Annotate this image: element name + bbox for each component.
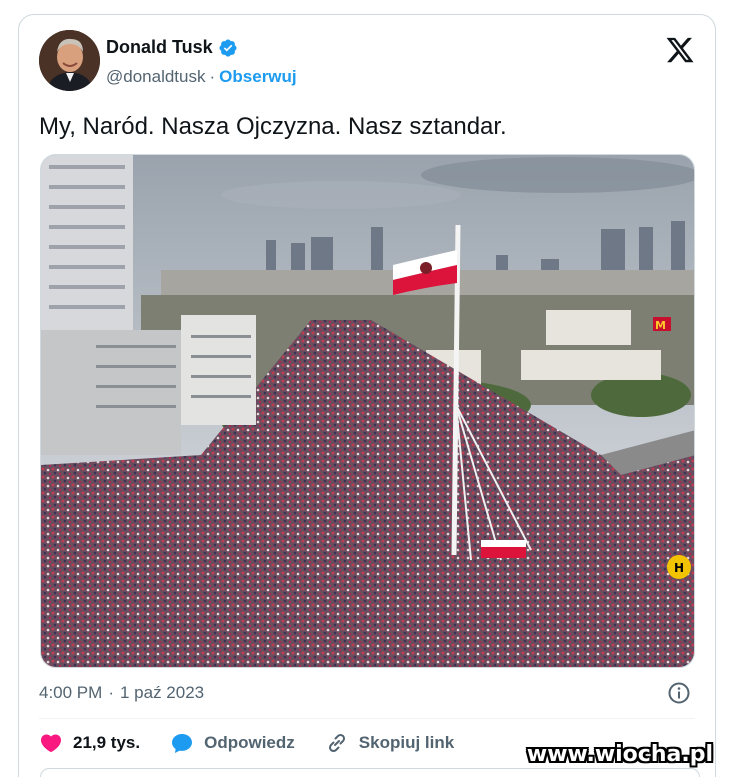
separator-dot: · <box>209 67 216 86</box>
tweet-time: 4:00 PM <box>39 683 103 702</box>
author-name[interactable]: Donald Tusk <box>106 37 213 58</box>
reply-bubble-icon <box>172 734 193 753</box>
likes-count: 21,9 tys. <box>73 733 141 752</box>
tweet-photo[interactable]: M H <box>40 154 695 668</box>
tweet-timestamp[interactable]: 4:00 PM · 1 paź 2023 <box>39 683 204 703</box>
tweet-actions: 21,9 tys. Odpowiedz Skopiuj link <box>39 731 484 755</box>
author-row: Donald Tusk <box>106 37 238 58</box>
tweet-text: My, Naród. Nasza Ojczyzna. Nasz sztandar… <box>39 113 507 140</box>
reply-button[interactable]: Odpowiedz <box>170 731 295 755</box>
info-icon[interactable] <box>667 681 691 705</box>
date-separator: · <box>108 683 114 702</box>
author-handle[interactable]: @donaldtusk <box>106 67 206 87</box>
copy-link-label: Skopiuj link <box>358 733 455 752</box>
handle-row: @donaldtusk · Obserwuj <box>106 67 297 87</box>
x-logo-icon[interactable] <box>665 35 695 65</box>
watermark: www.wiocha.pl <box>526 742 713 767</box>
copy-link-button[interactable]: Skopiuj link <box>325 731 454 755</box>
next-card-edge <box>40 768 700 777</box>
svg-text:H: H <box>674 561 684 575</box>
svg-text:M: M <box>655 319 666 332</box>
divider <box>39 718 695 719</box>
verified-badge-icon <box>219 38 237 57</box>
avatar[interactable] <box>39 30 100 91</box>
tweet-date: 1 paź 2023 <box>119 683 205 702</box>
reply-label: Odpowiedz <box>204 733 295 752</box>
tweet-card: Donald Tusk @donaldtusk · Obserwuj My, N… <box>18 14 716 777</box>
follow-button[interactable]: Obserwuj <box>219 67 296 87</box>
link-icon <box>328 733 345 753</box>
like-button[interactable]: 21,9 tys. <box>39 731 140 755</box>
heart-icon <box>40 734 62 753</box>
